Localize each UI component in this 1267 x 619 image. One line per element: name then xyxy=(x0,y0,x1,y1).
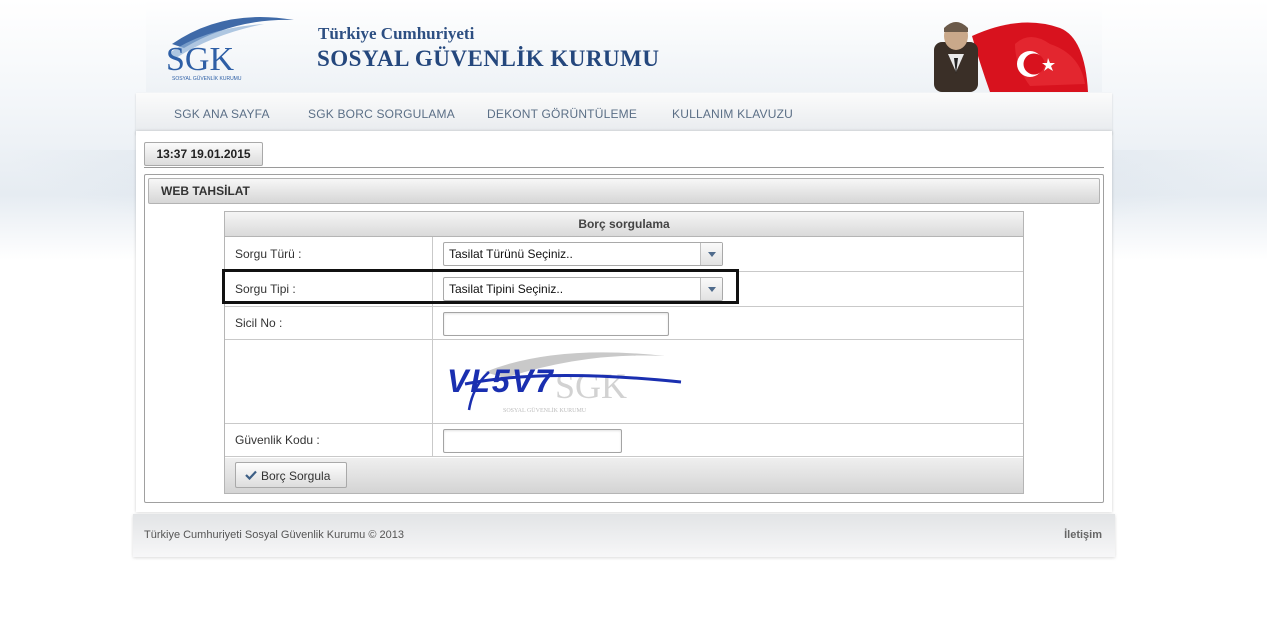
sicil-no-input[interactable] xyxy=(443,312,669,336)
logo-subtext: SOSYAL GÜVENLİK KURUMU xyxy=(172,75,242,82)
captcha-image: SGK SOSYAL GÜVENLİK KURUMU VL5V7 xyxy=(447,352,682,414)
borc-sorgula-label: Borç Sorgula xyxy=(261,469,331,483)
main-nav: SGK ANA SAYFA SGK BORC SORGULAMA DEKONT … xyxy=(136,93,1112,134)
chevron-down-icon[interactable] xyxy=(700,278,722,300)
panel-title: WEB TAHSİLAT xyxy=(161,184,250,198)
borc-sorgulama-form: Borç sorgulama Sorgu Türü : Tasilat Türü… xyxy=(224,211,1024,494)
nav-item-sgk-borc-sorgulama[interactable]: SGK BORC SORGULAMA xyxy=(308,107,455,121)
row-sicil-no: Sicil No : xyxy=(225,307,1023,340)
label-sorgu-tipi: Sorgu Tipi : xyxy=(235,282,296,296)
column-divider xyxy=(432,237,433,271)
sorgu-tipi-selected: Tasilat Tipini Seçiniz.. xyxy=(449,282,564,296)
form-footer: Borç Sorgula xyxy=(225,458,1023,493)
column-divider xyxy=(432,340,433,423)
header-title-line2: SOSYAL GÜVENLİK KURUMU xyxy=(317,46,660,71)
site-header: SGK SOSYAL GÜVENLİK KURUMU Türkiye Cumhu… xyxy=(146,0,1102,92)
chevron-down-icon[interactable] xyxy=(700,243,722,265)
guvenlik-kodu-input[interactable] xyxy=(443,429,622,453)
header-title-line1: Türkiye Cumhuriyeti xyxy=(318,24,475,43)
column-divider xyxy=(432,424,433,456)
panel-header: WEB TAHSİLAT xyxy=(148,178,1100,204)
checkmark-icon xyxy=(245,470,257,480)
label-sorgu-turu: Sorgu Türü : xyxy=(235,247,302,261)
nav-item-sgk-ana-sayfa[interactable]: SGK ANA SAYFA xyxy=(174,107,270,121)
nav-item-kullanim-klavuzu[interactable]: KULLANIM KLAVUZU xyxy=(672,107,793,121)
row-captcha: SGK SOSYAL GÜVENLİK KURUMU VL5V7 xyxy=(225,340,1023,424)
captcha-text: VL5V7 xyxy=(447,363,555,399)
contact-link[interactable]: İletişim xyxy=(1064,529,1102,541)
divider xyxy=(144,167,1104,168)
row-sorgu-tipi: Sorgu Tipi : Tasilat Tipini Seçiniz.. xyxy=(225,272,1023,307)
sorgu-tipi-select[interactable]: Tasilat Tipini Seçiniz.. xyxy=(443,277,723,301)
borc-sorgula-button[interactable]: Borç Sorgula xyxy=(235,462,347,488)
clock-display: 13:37 19.01.2015 xyxy=(144,142,263,166)
form-title: Borç sorgulama xyxy=(225,212,1023,237)
row-sorgu-turu: Sorgu Türü : Tasilat Türünü Seçiniz.. xyxy=(225,237,1023,272)
column-divider xyxy=(432,307,433,339)
sorgu-turu-select[interactable]: Tasilat Türünü Seçiniz.. xyxy=(443,242,723,266)
column-divider xyxy=(432,272,433,306)
nav-item-dekont-goruntuleme[interactable]: DEKONT GÖRÜNTÜLEME xyxy=(487,107,637,121)
sgk-logo: SGK SOSYAL GÜVENLİK KURUMU xyxy=(166,17,294,82)
copyright-text: Türkiye Cumhuriyeti Sosyal Güvenlik Kuru… xyxy=(144,529,404,541)
site-footer: Türkiye Cumhuriyeti Sosyal Güvenlik Kuru… xyxy=(133,514,1115,557)
sorgu-turu-selected: Tasilat Türünü Seçiniz.. xyxy=(449,247,573,261)
logo-text: SGK xyxy=(166,41,234,78)
main-content: 13:37 19.01.2015 WEB TAHSİLAT Borç sorgu… xyxy=(136,131,1112,512)
ataturk-flag-image xyxy=(934,22,1088,92)
label-guvenlik-kodu: Güvenlik Kodu : xyxy=(235,433,320,447)
row-guvenlik-kodu: Güvenlik Kodu : xyxy=(225,424,1023,457)
captcha-watermark: SGK xyxy=(555,366,627,406)
label-sicil-no: Sicil No : xyxy=(235,316,283,330)
captcha-watermark-sub: SOSYAL GÜVENLİK KURUMU xyxy=(503,407,587,414)
